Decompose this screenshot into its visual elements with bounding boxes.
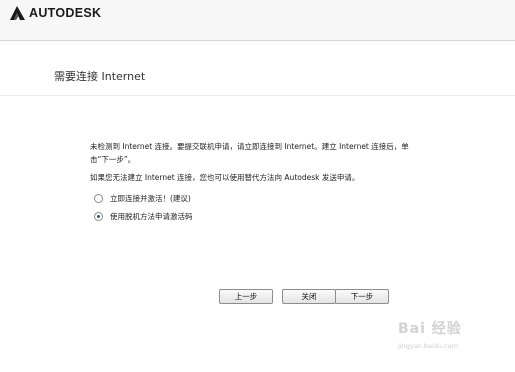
watermark: Bai 经验 jingyan.baidu.com [398, 318, 510, 368]
radio-connect-now[interactable] [94, 194, 103, 203]
option-connect-now[interactable]: 立即连接并激活！(建议) [94, 193, 191, 204]
radio-offline-request[interactable] [94, 212, 103, 221]
option-offline-request[interactable]: 使用脱机方法申请激活码 [94, 211, 193, 222]
header-bar: AUTODESK [0, 0, 515, 41]
brand-logo: AUTODESK [10, 6, 101, 20]
next-button[interactable]: 下一步 [335, 289, 389, 304]
option-connect-now-label: 立即连接并激活！(建议) [110, 194, 191, 203]
alternative-message: 如果您无法建立 Internet 连接，您也可以使用替代方法向 Autodesk… [90, 173, 360, 182]
watermark-sub: jingyan.baidu.com [398, 342, 458, 350]
watermark-main: Bai 经验 [398, 321, 462, 337]
connection-message: 未检测到 Internet 连接。要提交联机申请，请立即连接到 Internet… [90, 142, 409, 164]
autodesk-logo-icon [10, 6, 25, 20]
close-button[interactable]: 关闭 [282, 289, 336, 304]
brand-name: AUTODESK [29, 6, 102, 20]
page-title: 需要连接 Internet [54, 70, 146, 83]
back-button[interactable]: 上一步 [219, 289, 273, 304]
option-offline-request-label: 使用脱机方法申请激活码 [110, 212, 193, 221]
